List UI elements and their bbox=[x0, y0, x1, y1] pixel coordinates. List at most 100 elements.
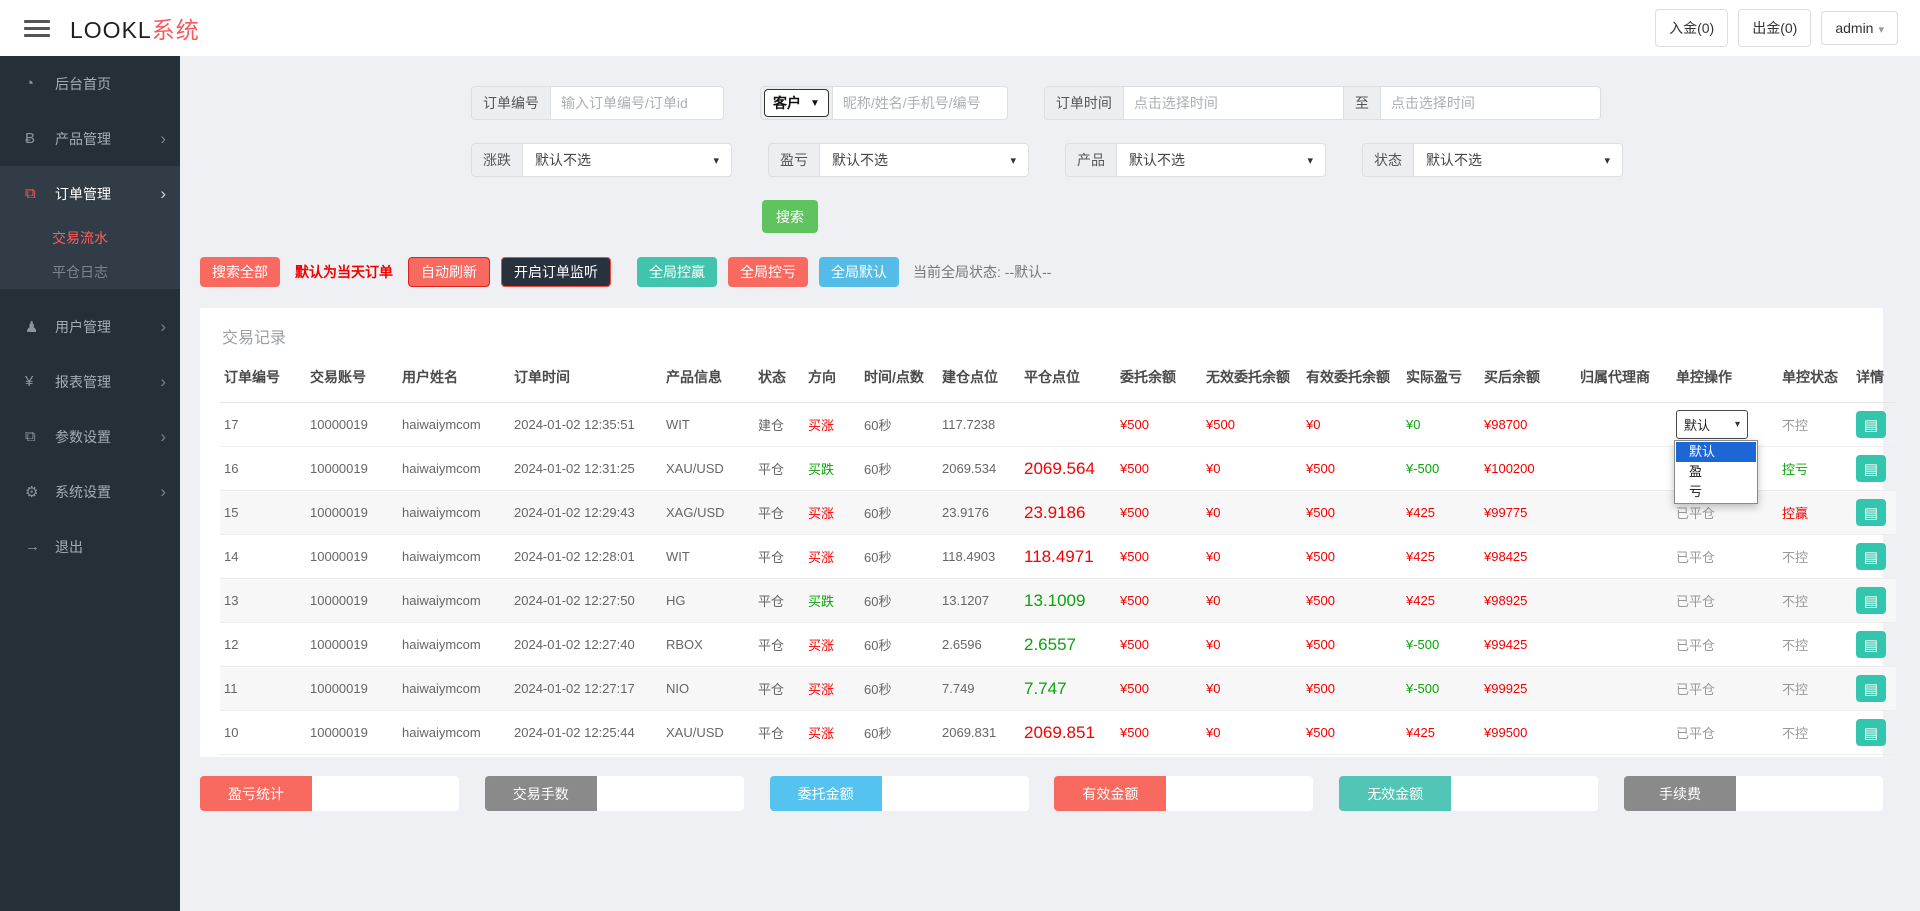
agent bbox=[1576, 578, 1672, 623]
direction: 买跌 bbox=[804, 578, 860, 623]
detail-button[interactable]: ▤ bbox=[1856, 587, 1886, 614]
time-start-input[interactable] bbox=[1123, 86, 1344, 120]
user-menu-button[interactable]: admin ▾ bbox=[1821, 11, 1898, 45]
hamburger-menu-icon[interactable] bbox=[24, 16, 50, 41]
order-id: 11 bbox=[220, 666, 306, 711]
dropdown-option[interactable]: 亏 bbox=[1676, 482, 1756, 502]
balance-after: ¥100200 bbox=[1480, 446, 1576, 491]
toolbar-button[interactable]: 默认为当天订单 bbox=[291, 257, 397, 287]
table-body: 17 10000019 haiwaiymcom 2024-01-02 12:35:51… bbox=[220, 402, 1896, 755]
withdraw-button[interactable]: 出金(0) bbox=[1738, 9, 1812, 47]
search-button[interactable]: 搜索 bbox=[762, 200, 818, 233]
filter-select[interactable]: 默认不选 ▾ bbox=[1414, 143, 1623, 177]
sidebar-subitem[interactable]: 交易流水 bbox=[0, 221, 180, 255]
entrust-amount: ¥500 bbox=[1116, 710, 1202, 755]
detail-button[interactable]: ▤ bbox=[1856, 411, 1886, 438]
sidebar-item-users[interactable]: ♟ 用户管理 › bbox=[0, 299, 180, 354]
user-icon: ♟ bbox=[25, 318, 39, 336]
toolbar-button[interactable]: 全局控亏 bbox=[728, 257, 808, 287]
time-end-input[interactable] bbox=[1380, 86, 1601, 120]
sidebar-item-home[interactable]: ◔ 后台首页 bbox=[0, 56, 180, 111]
deposit-button[interactable]: 入金(0) bbox=[1655, 9, 1729, 47]
filter-select-value: 默认不选 bbox=[832, 152, 888, 168]
duration: 60秒 bbox=[860, 402, 938, 447]
filter-select[interactable]: 默认不选 ▾ bbox=[1117, 143, 1326, 177]
column-header: 方向 bbox=[804, 352, 860, 403]
main-content: 订单编号 客户▼ 订单时间 至 涨跌默认不选▾盈亏默认不选▾产品默认不选▾状态默… bbox=[180, 56, 1920, 811]
detail-button[interactable]: ▤ bbox=[1856, 499, 1886, 526]
balance-after: ¥99500 bbox=[1480, 710, 1576, 755]
toolbar-button[interactable]: 全局控赢 bbox=[637, 257, 717, 287]
detail-icon: ▤ bbox=[1863, 504, 1879, 522]
column-header: 产品信息 bbox=[662, 352, 754, 403]
order-id: 12 bbox=[220, 622, 306, 667]
control-status: 不控 bbox=[1778, 666, 1852, 711]
sidebar-item-products[interactable]: Ƀ 产品管理 › bbox=[0, 111, 180, 166]
duration: 60秒 bbox=[860, 666, 938, 711]
customer-label-wrap: 客户 ▼ bbox=[760, 86, 833, 120]
sidebar: ◔ 后台首页 Ƀ 产品管理 › ⧉ 订单管理 › 交易流水 平仓日志 ♟ 用户管理 › ¥ 报表管理 › ⧉ 参数… bbox=[0, 56, 180, 911]
copy-icon: ⧉ bbox=[25, 428, 36, 445]
customer-input[interactable] bbox=[832, 86, 1008, 120]
customer-type-value: 客户 bbox=[773, 95, 801, 111]
profit: ¥0 bbox=[1402, 402, 1480, 447]
dropdown-option[interactable]: 盈 bbox=[1676, 462, 1756, 482]
stat-value-box bbox=[1735, 776, 1883, 811]
direction: 买跌 bbox=[804, 446, 860, 491]
dashboard-icon: ◔ bbox=[25, 75, 35, 92]
dropdown-option[interactable]: 默认 bbox=[1676, 442, 1756, 462]
records-panel: 交易记录 订单编号 交易账号 用户姓名 订单时间 产品信息 状态 方向 时间/点数 建仓点位 平仓… bbox=[200, 308, 1896, 757]
sidebar-item-params[interactable]: ⧉ 参数设置 › bbox=[0, 409, 180, 464]
order-id: 16 bbox=[220, 446, 306, 491]
detail-icon: ▤ bbox=[1863, 680, 1879, 698]
sidebar-subitem[interactable]: 平仓日志 bbox=[0, 255, 180, 289]
sidebar-item-system[interactable]: ⚙ 系统设置 › bbox=[0, 464, 180, 519]
toolbar-button[interactable]: 全局默认 bbox=[819, 257, 899, 287]
customer-type-select[interactable]: 客户 ▼ bbox=[764, 89, 829, 117]
control-cell: 已平仓 bbox=[1672, 534, 1778, 579]
filter-select-value: 默认不选 bbox=[1129, 152, 1185, 168]
username: haiwaiymcom bbox=[398, 666, 510, 711]
account: 10000019 bbox=[306, 622, 398, 667]
filter-select-group: 涨跌 默认不选 ▾ bbox=[471, 143, 732, 177]
detail-button[interactable]: ▤ bbox=[1856, 543, 1886, 570]
detail-button[interactable]: ▤ bbox=[1856, 675, 1886, 702]
detail-icon: ▤ bbox=[1863, 636, 1879, 654]
order-time: 2024-01-02 12:27:17 bbox=[510, 666, 662, 711]
table-row: 16 10000019 haiwaiymcom 2024-01-02 12:31:25… bbox=[220, 446, 1896, 491]
detail-cell: ▤ bbox=[1852, 710, 1896, 755]
invalid-amount: ¥0 bbox=[1202, 666, 1302, 711]
stat-label: 手续费 bbox=[1623, 776, 1736, 811]
order-no-label: 订单编号 bbox=[471, 86, 551, 120]
yen-icon: ¥ bbox=[25, 373, 34, 390]
direction: 买涨 bbox=[804, 710, 860, 755]
invalid-amount: ¥0 bbox=[1202, 446, 1302, 491]
orders-icon: ⧉ bbox=[25, 185, 36, 202]
order-id: 10 bbox=[220, 710, 306, 755]
sidebar-item-reports[interactable]: ¥ 报表管理 › bbox=[0, 354, 180, 409]
close-price: 2069.851 bbox=[1020, 710, 1116, 755]
sidebar-item-label: 后台首页 bbox=[55, 75, 111, 92]
detail-button[interactable]: ▤ bbox=[1856, 719, 1886, 746]
filter-select[interactable]: 默认不选 ▾ bbox=[820, 143, 1029, 177]
valid-amount: ¥500 bbox=[1302, 534, 1402, 579]
agent bbox=[1576, 490, 1672, 535]
entrust-amount: ¥500 bbox=[1116, 490, 1202, 535]
records-table: 订单编号 交易账号 用户姓名 订单时间 产品信息 状态 方向 时间/点数 建仓点位 平仓点位 委托余… bbox=[220, 352, 1896, 755]
filter-select[interactable]: 默认不选 ▾ bbox=[523, 143, 732, 177]
detail-button[interactable]: ▤ bbox=[1856, 455, 1886, 482]
toolbar-button[interactable]: 自动刷新 bbox=[408, 257, 490, 287]
order-no-input[interactable] bbox=[551, 86, 724, 120]
toolbar-button[interactable]: 搜索全部 bbox=[200, 257, 280, 287]
column-header: 平仓点位 bbox=[1020, 352, 1116, 403]
order-id: 13 bbox=[220, 578, 306, 623]
sidebar-item-logout[interactable]: → 退出 bbox=[0, 519, 180, 574]
control-select[interactable]: 默认 ▾ bbox=[1676, 410, 1748, 439]
detail-button[interactable]: ▤ bbox=[1856, 631, 1886, 658]
sidebar-item-orders[interactable]: ⧉ 订单管理 › bbox=[0, 166, 180, 221]
control-state: 已平仓 bbox=[1676, 682, 1716, 697]
sidebar-nav: ◔ 后台首页 Ƀ 产品管理 › ⧉ 订单管理 › 交易流水 平仓日志 ♟ 用户管理 › ¥ 报表管理 › ⧉ 参数… bbox=[0, 56, 180, 574]
sidebar-item-label: 参数设置 bbox=[55, 428, 111, 445]
toolbar-button[interactable]: 开启订单监听 bbox=[501, 257, 611, 287]
duration: 60秒 bbox=[860, 710, 938, 755]
